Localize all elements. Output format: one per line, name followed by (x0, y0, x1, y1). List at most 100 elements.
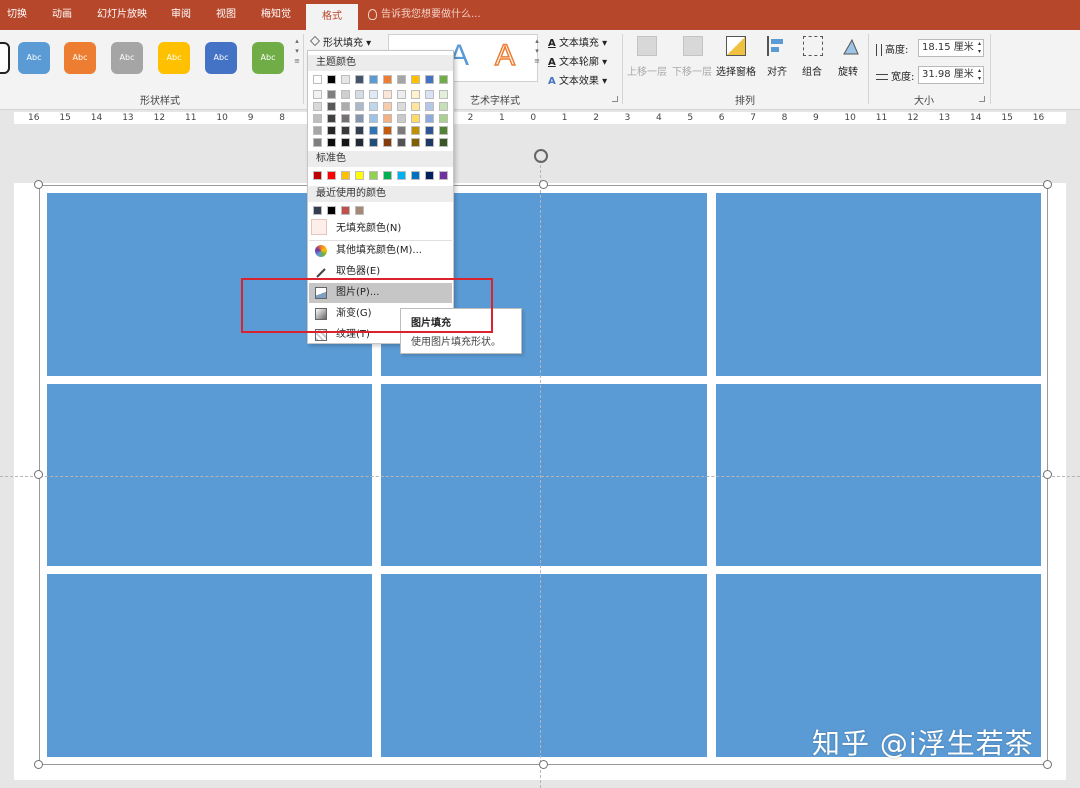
theme-color-swatch[interactable] (397, 138, 406, 147)
shape-style-swatch[interactable]: Abc (252, 42, 284, 74)
theme-color-swatch[interactable] (397, 75, 406, 84)
shape-style-swatch[interactable]: Abc (158, 42, 190, 74)
send-backward-button[interactable]: 下移一层 (672, 63, 712, 78)
theme-color-swatch[interactable] (341, 102, 350, 111)
resize-handle[interactable] (34, 180, 43, 189)
theme-color-swatch[interactable] (355, 90, 364, 99)
theme-color-swatch[interactable] (327, 138, 336, 147)
standard-color-swatch[interactable] (383, 171, 392, 180)
shape-style-swatch[interactable]: Abc (18, 42, 50, 74)
selection-pane-button[interactable]: 选择窗格 (716, 63, 756, 78)
standard-color-swatch[interactable] (411, 171, 420, 180)
wordart-a-orange[interactable]: A (494, 38, 516, 73)
theme-color-swatch[interactable] (425, 90, 434, 99)
theme-color-swatch[interactable] (341, 114, 350, 123)
resize-handle[interactable] (1043, 470, 1052, 479)
text-outline-button[interactable]: A 文本轮廓 ▾ (548, 53, 607, 68)
theme-color-swatch[interactable] (397, 102, 406, 111)
theme-color-swatch[interactable] (327, 75, 336, 84)
align-button[interactable]: 对齐 (767, 63, 787, 78)
theme-color-swatch[interactable] (383, 90, 392, 99)
text-effects-button[interactable]: A 文本效果 ▾ (548, 72, 607, 87)
resize-handle[interactable] (34, 760, 43, 769)
theme-color-swatch[interactable] (397, 126, 406, 135)
theme-color-swatch[interactable] (439, 138, 448, 147)
theme-color-swatch[interactable] (411, 102, 420, 111)
theme-color-swatch[interactable] (411, 114, 420, 123)
tab-review[interactable]: 审阅 (162, 0, 200, 30)
tab-transitions[interactable]: 切换 (0, 0, 34, 30)
theme-color-swatch[interactable] (355, 102, 364, 111)
spinner-arrows[interactable]: ▴ ▾ (978, 67, 981, 83)
theme-color-swatch[interactable] (397, 114, 406, 123)
standard-color-swatch[interactable] (439, 171, 448, 180)
theme-color-swatch[interactable] (313, 126, 322, 135)
theme-color-swatch[interactable] (369, 126, 378, 135)
theme-color-swatch[interactable] (439, 75, 448, 84)
no-fill-item[interactable]: 无填充颜色(N) (309, 219, 452, 239)
theme-color-swatch[interactable] (313, 75, 322, 84)
group-button[interactable]: 组合 (802, 63, 822, 78)
resize-handle[interactable] (1043, 760, 1052, 769)
theme-color-swatch[interactable] (425, 102, 434, 111)
theme-color-swatch[interactable] (327, 126, 336, 135)
recent-color-swatch[interactable] (327, 206, 336, 215)
theme-color-swatch[interactable] (439, 90, 448, 99)
theme-color-swatch[interactable] (369, 90, 378, 99)
text-fill-button[interactable]: A 文本填充 ▾ (548, 34, 607, 49)
theme-color-swatch[interactable] (327, 114, 336, 123)
rotate-handle-icon[interactable] (534, 149, 548, 163)
theme-color-swatch[interactable] (439, 114, 448, 123)
theme-color-swatch[interactable] (341, 126, 350, 135)
shape-style-swatch[interactable]: Abc (111, 42, 143, 74)
theme-color-swatch[interactable] (425, 138, 434, 147)
recent-color-swatch[interactable] (355, 206, 364, 215)
theme-color-swatch[interactable] (411, 75, 420, 84)
width-input[interactable]: 31.98 厘米 ▴ ▾ (918, 66, 984, 84)
shape-fill-button[interactable]: 形状填充 ▾ (310, 34, 371, 49)
theme-color-swatch[interactable] (313, 138, 322, 147)
theme-color-swatch[interactable] (327, 90, 336, 99)
tell-me-box[interactable]: 告诉我您想要做什么... (368, 0, 481, 30)
more-colors-item[interactable]: 其他填充颜色(M)... (309, 241, 452, 261)
theme-color-swatch[interactable] (383, 75, 392, 84)
shape-style-swatch[interactable]: Abc (205, 42, 237, 74)
theme-color-swatch[interactable] (439, 126, 448, 135)
tab-view[interactable]: 视图 (208, 0, 244, 30)
recent-color-swatch[interactable] (341, 206, 350, 215)
height-input[interactable]: 18.15 厘米 ▴ ▾ (918, 39, 984, 57)
theme-color-swatch[interactable] (369, 138, 378, 147)
standard-color-swatch[interactable] (425, 171, 434, 180)
theme-color-swatch[interactable] (425, 126, 434, 135)
tab-plugin[interactable]: 梅知觉 (252, 0, 300, 30)
theme-color-swatch[interactable] (383, 138, 392, 147)
gallery-scroll-arrows[interactable]: ▴ ▾ ≡ (292, 36, 302, 66)
theme-color-swatch[interactable] (369, 102, 378, 111)
tab-slideshow[interactable]: 幻灯片放映 (90, 0, 154, 30)
theme-color-swatch[interactable] (355, 138, 364, 147)
bring-forward-button[interactable]: 上移一层 (627, 63, 667, 78)
standard-color-swatch[interactable] (341, 171, 350, 180)
rotate-button[interactable]: 旋转 (838, 63, 858, 78)
resize-handle[interactable] (34, 470, 43, 479)
size-dialog-launcher[interactable] (979, 96, 985, 102)
spinner-arrows[interactable]: ▴ ▾ (978, 40, 981, 56)
theme-color-swatch[interactable] (313, 90, 322, 99)
theme-color-swatch[interactable] (355, 75, 364, 84)
theme-color-swatch[interactable] (425, 114, 434, 123)
theme-color-swatch[interactable] (341, 75, 350, 84)
theme-color-swatch[interactable] (383, 102, 392, 111)
theme-color-swatch[interactable] (355, 114, 364, 123)
theme-color-swatch[interactable] (327, 102, 336, 111)
theme-color-swatch[interactable] (313, 102, 322, 111)
theme-color-swatch[interactable] (425, 75, 434, 84)
wordart-scroll-arrows[interactable]: ▴ ▾ ≡ (532, 36, 542, 66)
resize-handle[interactable] (539, 180, 548, 189)
theme-color-swatch[interactable] (355, 126, 364, 135)
tab-animations[interactable]: 动画 (40, 0, 84, 30)
shape-style-swatch[interactable]: Abc (64, 42, 96, 74)
tab-format[interactable]: 格式 (306, 4, 358, 30)
standard-color-swatch[interactable] (355, 171, 364, 180)
theme-color-swatch[interactable] (411, 90, 420, 99)
wordart-dialog-launcher[interactable] (612, 96, 618, 102)
